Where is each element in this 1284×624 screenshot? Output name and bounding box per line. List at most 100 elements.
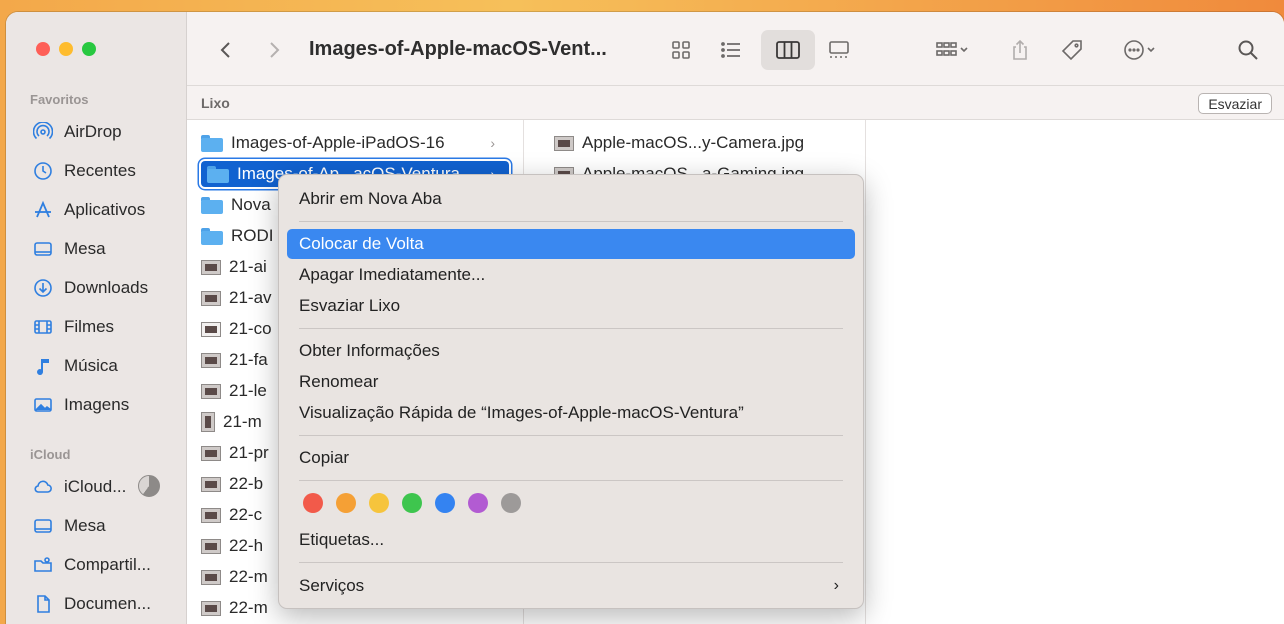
menu-item-quick-look[interactable]: Visualização Rápida de “Images-of-Apple-… — [287, 398, 855, 428]
clock-icon — [32, 160, 54, 182]
menu-separator — [299, 221, 843, 222]
sidebar-item-label: Aplicativos — [64, 200, 146, 219]
search-button[interactable] — [1231, 34, 1265, 66]
tag-gray[interactable] — [501, 493, 521, 513]
list-item[interactable]: 21-fa — [201, 347, 268, 373]
more-actions-button[interactable] — [1113, 34, 1167, 66]
forward-button[interactable] — [259, 34, 289, 66]
item-label: 21-co — [229, 319, 272, 338]
location-label: Lixo — [201, 95, 230, 111]
item-label: 21-pr — [229, 443, 269, 462]
sidebar-item-compartilhado[interactable]: Compartil... — [32, 553, 151, 577]
music-icon — [32, 355, 54, 377]
sidebar-item-label: Filmes — [64, 317, 115, 336]
window-controls — [36, 42, 96, 56]
item-label: 22-c — [229, 505, 263, 524]
image-thumbnail-icon — [201, 569, 221, 585]
sidebar-item-documentos[interactable]: Documen... — [32, 592, 151, 616]
menu-item-open-new-tab[interactable]: Abrir em Nova Aba — [287, 184, 855, 214]
sidebar-item-icloud-drive[interactable]: iCloud... — [32, 475, 126, 499]
menu-separator — [299, 435, 843, 436]
list-item[interactable]: Images-of-Apple-iPadOS-16 › — [201, 130, 509, 156]
list-item[interactable]: 22-h — [201, 533, 263, 559]
sidebar-item-mesa[interactable]: Mesa — [32, 237, 106, 261]
item-label: Images-of-Apple-iPadOS-16 — [231, 133, 445, 152]
sidebar-item-aplicativos[interactable]: Aplicativos — [32, 198, 145, 222]
group-button[interactable] — [925, 34, 979, 66]
sidebar-item-label: Imagens — [64, 395, 130, 414]
storage-progress-icon — [138, 475, 160, 497]
sidebar-item-musica[interactable]: Música — [32, 354, 118, 378]
close-button[interactable] — [36, 42, 50, 56]
list-item[interactable]: 22-b — [201, 471, 263, 497]
list-item[interactable]: 21-co — [201, 316, 272, 342]
list-item[interactable]: 22-m — [201, 564, 268, 590]
menu-item-get-info[interactable]: Obter Informações — [287, 336, 855, 366]
tag-red[interactable] — [303, 493, 323, 513]
sidebar-item-label: Mesa — [64, 239, 106, 258]
list-item[interactable]: Apple-macOS...y-Camera.jpg — [554, 130, 804, 156]
menu-separator — [299, 328, 843, 329]
view-icons-button[interactable] — [661, 34, 701, 66]
share-icon — [1013, 39, 1027, 60]
sidebar-item-label: Compartil... — [64, 555, 151, 574]
sidebar: Favoritos AirDrop Recentes Aplicativos M… — [6, 12, 187, 624]
tag-green[interactable] — [402, 493, 422, 513]
list-item[interactable]: RODI — [201, 223, 274, 249]
list-item[interactable]: 21-pr — [201, 440, 269, 466]
image-thumbnail-icon — [201, 538, 221, 554]
sidebar-item-imagens[interactable]: Imagens — [32, 393, 129, 417]
desktop-icon — [32, 238, 54, 260]
list-item[interactable]: 21-ai — [201, 254, 267, 280]
view-list-button[interactable] — [711, 34, 751, 66]
sidebar-item-label: Mesa — [64, 516, 106, 535]
menu-separator — [299, 480, 843, 481]
empty-trash-button[interactable]: Esvaziar — [1198, 93, 1272, 114]
tag-button[interactable] — [1055, 34, 1089, 66]
zoom-button[interactable] — [82, 42, 96, 56]
airdrop-icon — [32, 121, 54, 143]
chevron-right-icon: › — [833, 577, 839, 594]
menu-item-put-back[interactable]: Colocar de Volta — [287, 229, 855, 259]
list-item[interactable]: 21-m — [201, 409, 262, 435]
list-item[interactable]: Nova — [201, 192, 271, 218]
item-label: RODI — [231, 226, 274, 245]
sidebar-section-favorites: Favoritos — [30, 92, 89, 107]
film-icon — [32, 316, 54, 338]
tag-orange[interactable] — [336, 493, 356, 513]
sidebar-item-icloud-mesa[interactable]: Mesa — [32, 514, 106, 538]
columns-icon — [776, 41, 800, 59]
sidebar-item-label: Recentes — [64, 161, 136, 180]
list-item[interactable]: 21-le — [201, 378, 267, 404]
sidebar-item-label: Música — [64, 356, 118, 375]
tag-yellow[interactable] — [369, 493, 389, 513]
menu-item-empty-trash[interactable]: Esvaziar Lixo — [287, 291, 855, 321]
sidebar-section-icloud: iCloud — [30, 447, 71, 462]
ellipsis-circle-icon — [1124, 40, 1155, 60]
tag-blue[interactable] — [435, 493, 455, 513]
item-label: Apple-macOS...y-Camera.jpg — [582, 133, 805, 152]
share-button[interactable] — [1003, 34, 1037, 66]
tag-purple[interactable] — [468, 493, 488, 513]
view-gallery-button[interactable] — [819, 34, 859, 66]
list-item[interactable]: 22-m — [201, 595, 268, 621]
sidebar-item-recentes[interactable]: Recentes — [32, 159, 136, 183]
menu-item-delete-immediately[interactable]: Apagar Imediatamente... — [287, 260, 855, 290]
sidebar-item-filmes[interactable]: Filmes — [32, 315, 114, 339]
back-button[interactable] — [211, 34, 241, 66]
sidebar-item-downloads[interactable]: Downloads — [32, 276, 148, 300]
menu-item-rename[interactable]: Renomear — [287, 367, 855, 397]
menu-item-tags[interactable]: Etiquetas... — [287, 525, 855, 555]
document-icon — [32, 593, 54, 615]
toolbar: Images-of-Apple-macOS-Vent... — [187, 12, 1284, 86]
path-bar: Lixo Esvaziar — [187, 86, 1284, 120]
sidebar-item-airdrop[interactable]: AirDrop — [32, 120, 122, 144]
view-columns-button[interactable] — [761, 30, 815, 70]
minimize-button[interactable] — [59, 42, 73, 56]
list-item[interactable]: 22-c — [201, 502, 262, 528]
grid-icon — [672, 41, 690, 59]
desktop-icon — [32, 515, 54, 537]
menu-item-services[interactable]: Serviços › — [287, 571, 855, 601]
list-item[interactable]: 21-av — [201, 285, 272, 311]
menu-item-copy[interactable]: Copiar — [287, 443, 855, 473]
